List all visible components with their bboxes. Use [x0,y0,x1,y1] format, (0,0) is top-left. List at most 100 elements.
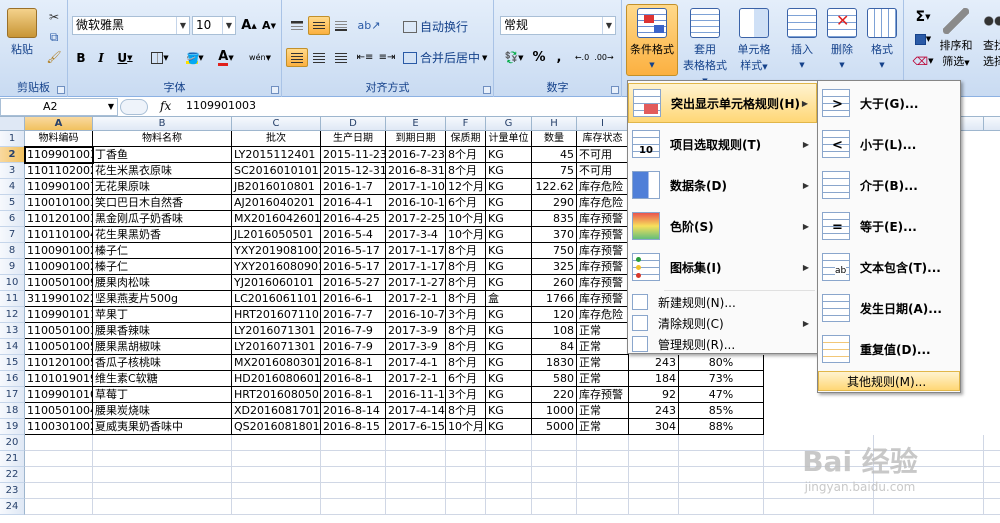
orientation-icon[interactable]: ab↗ [354,16,384,35]
table-cell[interactable]: 无花果原味 [93,179,232,195]
table-cell[interactable]: 夏威夷果奶香味中 [93,419,232,435]
table-cell[interactable]: KG [486,211,532,227]
table-cell[interactable]: 1100501009 [25,275,93,291]
table-cell[interactable]: 3119901022 [25,291,93,307]
table-cell[interactable]: 花生米黑衣原味 [93,163,232,179]
table-cell[interactable]: 2016-8-14 [321,403,386,419]
table-cell[interactable]: 73% [679,371,764,387]
highlight-cells-rules-item[interactable]: 突出显示单元格规则(H) ▶ [628,83,817,123]
row-header[interactable]: 22 [0,467,25,483]
column-header[interactable]: G [486,117,532,131]
table-cell[interactable]: 2016-7-9 [321,323,386,339]
table-cell[interactable]: 2016-10-7 [386,307,446,323]
empty-cell[interactable] [532,451,577,467]
italic-button[interactable]: I [92,48,110,67]
table-cell[interactable]: 库存预警 [577,211,629,227]
row-header[interactable]: 12 [0,307,25,323]
format-button[interactable]: 格式 ▼ [864,4,900,76]
table-cell[interactable]: 2016-7-23 [386,147,446,163]
insert-button[interactable]: 插入 ▼ [784,4,820,76]
table-cell[interactable]: 8个月 [446,163,486,179]
table-cell[interactable]: 1101201005 [25,355,93,371]
table-cell[interactable]: 库存预警 [577,243,629,259]
table-cell[interactable]: 8个月 [446,147,486,163]
row-header[interactable]: 23 [0,483,25,499]
color-scales-item[interactable]: 色阶(S) ▶ [628,206,817,246]
table-cell[interactable]: 2017-3-9 [386,339,446,355]
align-center-icon[interactable] [308,48,330,67]
table-cell[interactable]: 2016-11-1 [386,387,446,403]
empty-cell[interactable] [532,499,577,515]
merge-center-button[interactable]: 合并后居中 ▼ [400,48,490,67]
table-cell[interactable]: 260 [532,275,577,291]
table-cell[interactable]: 正常 [577,403,629,419]
table-cell[interactable]: 库存危险 [577,195,629,211]
empty-cell[interactable] [984,483,1000,499]
table-cell[interactable]: 2016-1-7 [321,179,386,195]
table-cell[interactable]: 盒 [486,291,532,307]
top-bottom-rules-item[interactable]: 10 项目选取规则(T) ▶ [628,124,817,164]
table-cell[interactable]: KG [486,227,532,243]
table-cell[interactable]: 1101102002 [25,163,93,179]
row-header[interactable]: 11 [0,291,25,307]
percent-button[interactable]: % [530,48,548,67]
row-header[interactable]: 6 [0,211,25,227]
table-cell[interactable]: 120 [532,307,577,323]
table-cell[interactable]: 1000 [532,403,577,419]
table-cell[interactable]: 2017-4-14 [386,403,446,419]
table-cell[interactable]: 保质期 [446,131,486,147]
row-header[interactable]: 3 [0,163,25,179]
empty-cell[interactable] [446,499,486,515]
between-item[interactable]: 介于(B)... [818,165,960,205]
empty-cell[interactable] [532,467,577,483]
table-cell[interactable]: 2016-10-1 [386,195,446,211]
row-header[interactable]: 18 [0,403,25,419]
table-cell[interactable]: 坚果燕麦片500g [93,291,232,307]
table-cell[interactable]: 2017-4-1 [386,355,446,371]
copy-icon[interactable]: ⧉ [44,28,64,46]
empty-cell[interactable] [984,467,1000,483]
empty-cell[interactable] [577,499,629,515]
empty-cell[interactable] [386,435,446,451]
table-cell[interactable]: 黑金刚瓜子奶香味 [93,211,232,227]
bold-button[interactable]: B [72,48,90,67]
table-cell[interactable]: 丁香鱼 [93,147,232,163]
number-launcher-icon[interactable] [611,86,619,94]
table-cell[interactable]: 8个月 [446,323,486,339]
table-cell[interactable]: 1109901010 [25,387,93,403]
empty-cell[interactable] [629,499,679,515]
row-header[interactable]: 20 [0,435,25,451]
column-header[interactable]: B [93,117,232,131]
column-header[interactable]: C [232,117,321,131]
paste-button[interactable]: 粘贴 [2,4,42,76]
column-header[interactable]: I [577,117,629,131]
empty-cell[interactable] [486,435,532,451]
increase-indent-icon[interactable]: ≡⇥ [376,48,398,67]
table-cell[interactable]: 2016-8-1 [321,371,386,387]
table-cell[interactable]: 1100501004 [25,403,93,419]
empty-cell[interactable] [25,435,93,451]
table-cell[interactable]: 10个月 [446,419,486,435]
table-cell[interactable]: 2016-7-9 [321,339,386,355]
equal-to-item[interactable]: = 等于(E)... [818,206,960,246]
empty-cell[interactable] [386,499,446,515]
table-cell[interactable]: 2017-2-1 [386,371,446,387]
empty-cell[interactable] [679,483,764,499]
row-header[interactable]: 1 [0,131,25,147]
table-cell[interactable]: 1100901002 [25,259,93,275]
phonetic-button[interactable]: wén ▼ [244,48,276,67]
table-cell[interactable]: 12个月 [446,179,486,195]
table-cell[interactable]: 花生果黑奶香 [93,227,232,243]
new-rule-item[interactable]: 新建规则(N)... [628,292,817,312]
cell-styles-button[interactable]: 单元格 样式▼ [730,4,778,76]
table-cell[interactable]: MX2016080301 [232,355,321,371]
table-cell[interactable]: 8个月 [446,403,486,419]
empty-cell[interactable] [577,467,629,483]
table-cell[interactable]: 2016-4-1 [321,195,386,211]
empty-cell[interactable] [629,435,679,451]
table-cell[interactable]: 75 [532,163,577,179]
table-cell[interactable]: 750 [532,243,577,259]
table-cell[interactable]: 库存预警 [577,387,629,403]
table-cell[interactable]: 2016-8-15 [321,419,386,435]
table-cell[interactable]: 2017-1-27 [386,275,446,291]
